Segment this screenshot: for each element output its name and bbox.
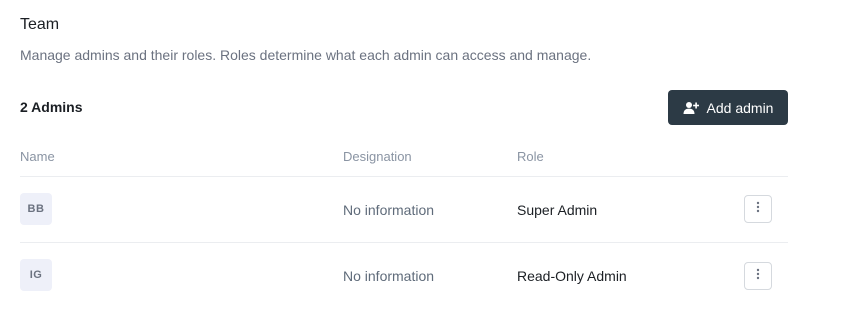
avatar: BB <box>20 193 52 225</box>
page-title: Team <box>20 16 60 33</box>
row-actions-button[interactable] <box>744 195 772 223</box>
role-cell: Super Admin <box>517 202 598 218</box>
role-cell: Read-Only Admin <box>517 268 627 284</box>
more-vertical-icon <box>756 267 760 285</box>
add-admin-button[interactable]: Add admin <box>668 90 788 125</box>
table-row: IG No information Read-Only Admin <box>0 243 841 309</box>
admin-count: 2 Admins <box>20 99 83 115</box>
column-header-name: Name <box>20 149 55 164</box>
avatar: IG <box>20 259 52 291</box>
designation-cell: No information <box>343 268 435 284</box>
add-admin-label: Add admin <box>706 99 774 116</box>
table-row: BB No information Super Admin <box>0 177 841 243</box>
page-subtitle: Manage admins and their roles. Roles det… <box>20 47 592 63</box>
designation-cell: No information <box>343 202 435 218</box>
column-header-designation: Designation <box>343 149 412 164</box>
row-actions-button[interactable] <box>744 262 772 290</box>
user-plus-icon <box>683 101 699 115</box>
column-header-role: Role <box>517 149 544 164</box>
more-vertical-icon <box>756 200 760 218</box>
team-page: Team Manage admins and their roles. Role… <box>0 0 841 318</box>
